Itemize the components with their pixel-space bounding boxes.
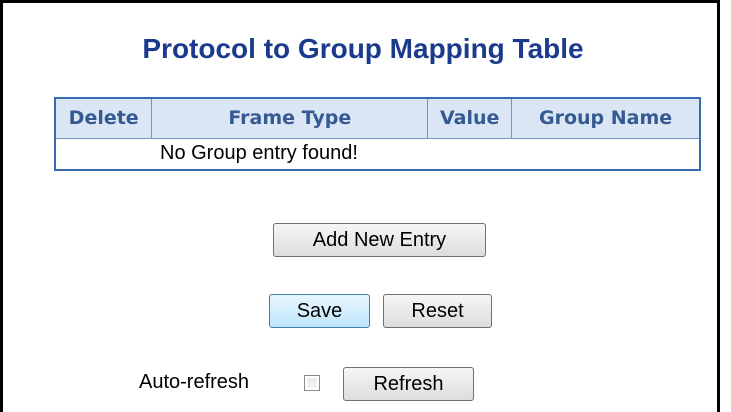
column-header-frame-type: Frame Type (151, 97, 429, 139)
page-frame: Protocol to Group Mapping Table Delete F… (0, 0, 720, 412)
save-button[interactable]: Save (269, 294, 370, 328)
column-header-value: Value (427, 97, 513, 139)
protocol-group-mapping-table: Delete Frame Type Value Group Name No Gr… (54, 97, 701, 171)
column-header-delete: Delete (54, 97, 153, 139)
column-header-group-name: Group Name (511, 97, 701, 139)
table-row: No Group entry found! (54, 137, 701, 171)
add-new-entry-button[interactable]: Add New Entry (273, 223, 486, 257)
empty-table-message: No Group entry found! (54, 137, 701, 171)
reset-button[interactable]: Reset (383, 294, 492, 328)
auto-refresh-label: Auto-refresh (139, 371, 250, 393)
auto-refresh-checkbox[interactable] (304, 375, 320, 391)
table-header-row: Delete Frame Type Value Group Name (54, 97, 701, 139)
refresh-button[interactable]: Refresh (343, 367, 474, 401)
page-title: Protocol to Group Mapping Table (142, 33, 584, 64)
